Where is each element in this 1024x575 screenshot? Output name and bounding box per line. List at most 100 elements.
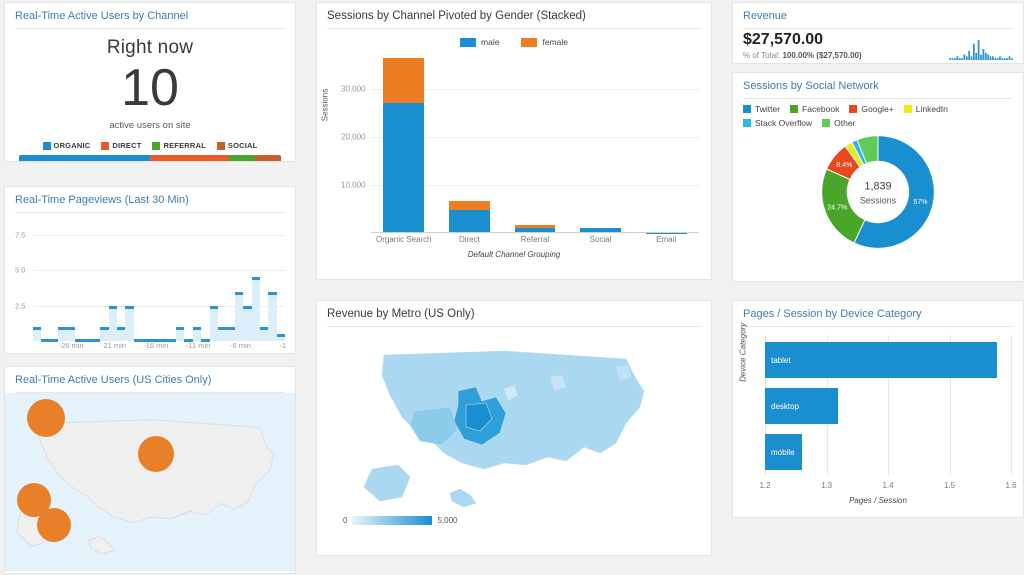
pageviews-bar — [83, 221, 92, 343]
revenue-pct-amount: ($27,570.00) — [816, 51, 862, 60]
channel-segment[interactable]: 10% — [254, 155, 281, 161]
sparkline-bar — [1006, 58, 1008, 60]
panel-revenue-by-metro[interactable]: Revenue by Metro (US Only) 0 5,000 — [316, 300, 712, 556]
bar-fill — [251, 277, 260, 341]
legend-swatch-icon — [152, 141, 161, 150]
stacked-column-bars — [383, 41, 425, 233]
sparkline-bar — [973, 43, 975, 60]
stacked-axis-line — [371, 232, 699, 233]
channel-legend-label: REFERRAL — [163, 141, 206, 150]
panel-title: Real-Time Active Users (US Cities Only) — [15, 374, 212, 386]
revenue-pct-value: 100.00% — [782, 51, 815, 60]
pageviews-bar — [117, 221, 126, 341]
device-bars: tablet desktop mobile — [765, 337, 1009, 475]
bar-cap — [33, 326, 42, 330]
metro-map-wrap[interactable]: 0 5,000 — [317, 327, 711, 539]
bar-fill — [108, 305, 118, 341]
panel-realtime-pageviews[interactable]: Real-Time Pageviews (Last 30 Min) 2.5 5.0… — [4, 186, 296, 354]
channel-segment[interactable]: 50% — [19, 155, 150, 161]
panel-sessions-by-social-network[interactable]: Sessions by Social Network Twitter Facebo… — [732, 72, 1024, 282]
bar-cap — [226, 326, 235, 330]
legend-swatch-icon — [216, 141, 225, 150]
pageviews-bar — [209, 221, 218, 341]
stacked-x-axis: Organic Search Direct Referral Social Email — [371, 235, 699, 244]
sparkline-bar — [949, 58, 952, 60]
city-bubble[interactable] — [37, 507, 72, 542]
bar-fill — [175, 326, 185, 341]
sparkline-bar — [958, 58, 961, 60]
panel-title: Real-Time Pageviews (Last 30 Min) — [15, 194, 189, 206]
social-legend-item[interactable]: Other — [822, 118, 855, 128]
x-tick-label: 1.5 — [943, 481, 956, 490]
panel-realtime-active-users-us-cities[interactable]: Real-Time Active Users (US Cities Only) — [4, 366, 296, 574]
device-bar-label: mobile — [771, 447, 795, 457]
us-cities-bubble-map[interactable] — [5, 393, 295, 571]
pageviews-bar — [276, 221, 286, 341]
sparkline-bar — [1001, 58, 1004, 60]
channel-segment[interactable]: 10% — [228, 155, 255, 161]
pageviews-bar — [268, 221, 277, 341]
social-legend[interactable]: Twitter Facebook Google+ LinkedIn Stack Over… — [743, 104, 1013, 128]
bar-cap — [58, 326, 67, 330]
revenue-row: $27,570.00 % of Total: 100.00% ($27,570.… — [733, 29, 1023, 60]
metro-legend-gradient — [352, 516, 433, 525]
right-now-label: Right now — [106, 37, 194, 58]
us-choropleth-map-icon — [363, 350, 645, 508]
sparkline-bar — [991, 56, 994, 60]
donut-slice-label: 8.4% — [836, 162, 852, 169]
social-legend-item[interactable]: LinkedIn — [903, 104, 948, 114]
stacked-x-axis-title: Default Channel Grouping — [467, 250, 561, 259]
x-tick-label: -6 min — [230, 341, 251, 350]
pageviews-bar — [125, 221, 134, 341]
pageviews-bar — [226, 221, 235, 341]
social-legend-item[interactable]: Twitter — [743, 104, 780, 114]
bar-cap — [66, 326, 76, 330]
y-tick-label: 20,000 — [341, 132, 366, 142]
device-bar[interactable]: tablet — [765, 342, 997, 378]
legend-label: Stack Overflow — [755, 118, 813, 128]
social-legend-item[interactable]: Google+ — [849, 104, 894, 114]
channel-percentage-bar[interactable]: 50%30%10%10% — [19, 155, 281, 161]
sparkline-bar — [984, 52, 987, 60]
legend-label: Twitter — [755, 104, 781, 114]
pageviews-bar — [108, 221, 118, 341]
social-legend-item[interactable]: Stack Overflow — [743, 118, 812, 128]
device-y-axis-title: Device Category — [738, 322, 748, 382]
pageviews-bar — [159, 221, 168, 343]
revenue-percent-of-total: % of Total: 100.00% ($27,570.00) — [743, 51, 949, 60]
device-bar[interactable]: mobile — [765, 434, 802, 470]
legend-label: LinkedIn — [915, 104, 948, 114]
city-bubble[interactable] — [137, 435, 174, 472]
social-legend-item[interactable]: Facebook — [790, 104, 839, 114]
bar-cap — [125, 305, 134, 309]
x-tick-label: 1.4 — [882, 481, 894, 490]
x-tick-label: 1.6 — [1005, 481, 1017, 490]
channel-legend-item: REFERRAL — [152, 141, 206, 150]
panel-revenue[interactable]: Revenue $27,570.00 % of Total: 100.00% (… — [732, 2, 1024, 64]
panel-pages-per-session-by-device[interactable]: Pages / Session by Device Category Devic… — [732, 300, 1024, 518]
donut-wrap: 57% 24.7% 8.4% 1,839 Sessions — [733, 128, 1023, 260]
stacked-column — [371, 41, 437, 233]
stacked-column-bars — [449, 41, 490, 233]
bar-fill — [226, 326, 235, 341]
social-donut-chart[interactable]: 57% 24.7% 8.4% 1,839 Sessions — [814, 128, 942, 256]
divider — [15, 212, 285, 213]
x-tick-label: Direct — [458, 235, 480, 244]
pageviews-bar — [41, 221, 50, 343]
panel-realtime-active-users-by-channel[interactable]: Real-Time Active Users by Channel Right … — [4, 2, 296, 162]
panel-sessions-by-channel-stacked[interactable]: Sessions by Channel Pivoted by Gender (S… — [316, 2, 712, 280]
channel-segment[interactable]: 30% — [150, 155, 229, 161]
pageviews-bar — [251, 221, 260, 341]
legend-label: Other — [834, 118, 856, 128]
channel-legend-item: DIRECT — [101, 141, 141, 150]
bar-cap — [259, 326, 269, 330]
bar-cap — [192, 326, 202, 330]
device-bar[interactable]: desktop — [765, 388, 839, 424]
city-bubble[interactable] — [26, 398, 65, 437]
device-bar-label: tablet — [771, 355, 791, 365]
bar-cap — [108, 305, 118, 309]
sparkline-bar — [980, 54, 982, 60]
device-x-axis: 1.2 1.3 1.4 1.5 1.6 — [743, 481, 1017, 495]
sparkline-bar — [970, 56, 973, 60]
sparkline-bar — [975, 52, 978, 60]
